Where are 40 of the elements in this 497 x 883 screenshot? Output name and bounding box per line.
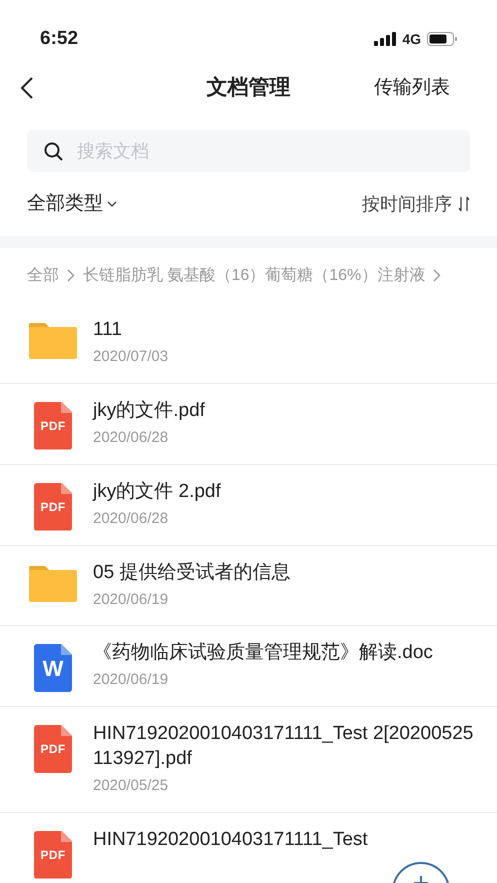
signal-icon: [374, 32, 396, 46]
search-icon: [44, 142, 63, 160]
file-date: 2020/06/28: [93, 428, 170, 448]
pdf-file-icon: PDF: [34, 725, 72, 773]
file-name: HIN7192020010403171111_Test 2[20200525113927].pdf: [93, 722, 474, 771]
file-name: jky的文件.pdf: [93, 398, 205, 422]
page-title: 文档管理: [206, 75, 290, 102]
pdf-file-icon: PDF: [34, 402, 72, 450]
file-date: 2020/06/19: [93, 670, 170, 690]
file-date: 2020/05/25: [93, 776, 170, 796]
word-file-icon: W: [34, 644, 72, 692]
file-name: 《药物临床试验质量管理规范》解读.doc: [93, 641, 433, 665]
file-row[interactable]: W 《药物临床试验质量管理规范》解读.doc 2020/06/19: [0, 626, 497, 707]
file-date: 2020/07/03: [93, 347, 168, 367]
network-label: 4G: [402, 30, 421, 48]
chevron-down-icon: [107, 201, 117, 207]
pdf-file-icon: PDF: [34, 482, 72, 530]
file-name: jky的文件 2.pdf: [93, 480, 221, 504]
chevron-right-icon: [433, 269, 442, 282]
transfer-list-link[interactable]: 传输列表: [374, 74, 450, 102]
battery-icon: [427, 32, 457, 46]
status-time: 6:52: [40, 26, 78, 51]
file-name: 05 提供给受试者的信息: [93, 560, 290, 584]
file-name: 111: [93, 318, 123, 342]
file-date: 2020/06/28: [93, 508, 170, 528]
file-row[interactable]: 111 2020/07/03: [0, 303, 497, 384]
pdf-file-icon: PDF: [34, 830, 72, 878]
chevron-right-icon: [67, 269, 75, 282]
sort-icon: [458, 196, 470, 212]
file-row[interactable]: 05 提供给受试者的信息 2020/06/19: [0, 546, 497, 626]
file-row[interactable]: PDF HIN7192020010403171111_Test 2[20200525113927].pdf 2020/05/25: [0, 707, 497, 812]
file-name: HIN7192020010403171111_Test: [93, 828, 368, 852]
back-icon: [20, 76, 34, 100]
file-row[interactable]: PDF jky的文件 2.pdf 2020/06/28: [0, 464, 497, 546]
folder-icon: [29, 564, 77, 602]
sort-button[interactable]: 按时间排序: [362, 190, 470, 218]
file-date: 2020/06/19: [93, 590, 170, 610]
file-row[interactable]: PDF jky的文件.pdf 2020/06/28: [0, 384, 497, 464]
type-filter-dropdown[interactable]: 全部类型: [27, 190, 117, 218]
folder-icon: [29, 321, 77, 359]
